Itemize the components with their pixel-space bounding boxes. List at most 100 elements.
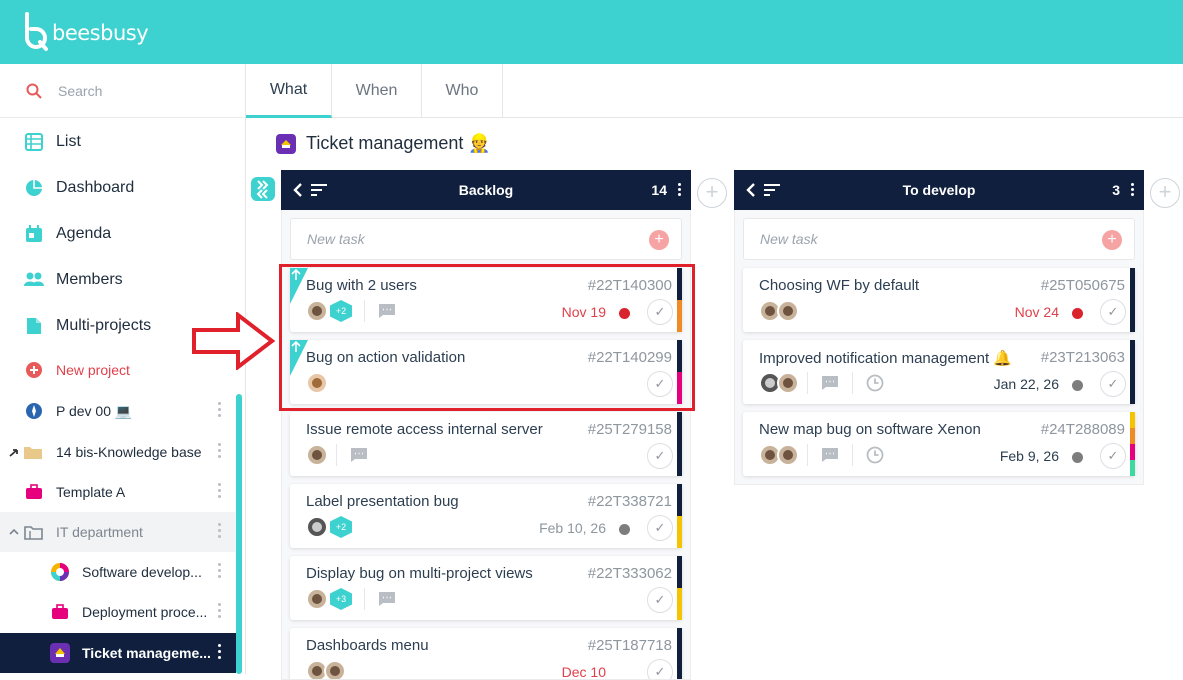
project-menu-icon[interactable]	[218, 644, 222, 662]
task-id: #25T279158	[587, 421, 672, 438]
project-menu-icon[interactable]	[218, 402, 222, 420]
project-item-template-a[interactable]: Template A	[0, 472, 236, 512]
briefcase-icon	[50, 602, 70, 622]
document-icon	[24, 316, 44, 336]
sidebar-scrollbar[interactable]	[236, 394, 242, 674]
comment-icon[interactable]	[349, 445, 369, 465]
task-card[interactable]: Label presentation bug #22T338721 +2 Feb…	[290, 484, 682, 548]
project-item-deployment-process[interactable]: Deployment proce...	[0, 592, 236, 632]
project-item-p-dev-00[interactable]: P dev 00 💻	[0, 391, 236, 431]
column-to-develop: To develop 3 New task + Choosing WF by d…	[734, 170, 1144, 485]
priority-dot	[1072, 380, 1083, 391]
tab-label: When	[355, 82, 398, 99]
project-menu-icon[interactable]	[218, 523, 222, 541]
complete-task-button[interactable]: ✓	[647, 443, 673, 469]
task-id: #22T338721	[587, 493, 672, 510]
tab-who[interactable]: Who	[422, 64, 503, 118]
color-wheel-icon	[50, 562, 70, 582]
project-menu-icon[interactable]	[218, 443, 222, 461]
project-menu-icon[interactable]	[218, 603, 222, 621]
search-input[interactable]: Search	[0, 64, 245, 118]
project-label: P dev 00 💻	[56, 402, 133, 419]
task-card[interactable]: Improved notification management 🔔 #23T2…	[743, 340, 1135, 404]
complete-task-button[interactable]: ✓	[647, 515, 673, 541]
avatar	[306, 516, 328, 538]
complete-task-button[interactable]: ✓	[1100, 443, 1126, 469]
collapse-sidebar-button[interactable]	[251, 177, 275, 201]
task-card[interactable]: Dashboards menu #25T187718 Dec 10 ✓	[290, 628, 682, 679]
view-tabs: What When Who	[246, 64, 1183, 118]
label-stripe	[1130, 412, 1135, 476]
project-item-software-development[interactable]: Software develop...	[0, 552, 236, 592]
column-header: Backlog 14	[281, 170, 691, 210]
project-menu-icon[interactable]	[218, 483, 222, 501]
avatar	[777, 444, 799, 466]
priority-dot	[1072, 452, 1083, 463]
project-item-knowledge-base[interactable]: 14 bis-Knowledge base	[0, 432, 236, 472]
more-assignees-badge: +3	[330, 588, 352, 610]
project-group-it-department[interactable]: IT department	[0, 512, 236, 552]
tab-when[interactable]: When	[332, 64, 422, 118]
column-menu-icon[interactable]	[1131, 183, 1134, 198]
new-task-input[interactable]: New task +	[743, 218, 1135, 260]
new-project-label: New project	[56, 362, 130, 378]
avatar	[324, 660, 346, 679]
task-due-date: Feb 9, 26	[999, 448, 1059, 464]
column-menu-icon[interactable]	[678, 183, 681, 198]
sidebar-item-agenda[interactable]: Agenda	[0, 214, 245, 254]
project-label: Template A	[56, 484, 126, 500]
column-title: To develop	[902, 182, 976, 198]
complete-task-button[interactable]: ✓	[1100, 371, 1126, 397]
task-card[interactable]: Issue remote access internal server #25T…	[290, 412, 682, 476]
add-column-button[interactable]: +	[1150, 178, 1180, 208]
tab-what[interactable]: What	[246, 64, 332, 118]
more-assignees-badge: +2	[330, 516, 352, 538]
task-assignees: +3	[306, 588, 397, 610]
complete-task-button[interactable]: ✓	[647, 659, 673, 679]
clock-icon[interactable]	[865, 373, 885, 393]
red-arrow-icon	[192, 312, 276, 370]
priority-dot	[1072, 308, 1083, 319]
project-menu-icon[interactable]	[218, 563, 222, 581]
column-title: Backlog	[458, 182, 514, 198]
project-item-ticket-management[interactable]: Ticket manageme...	[0, 633, 236, 673]
list-icon	[24, 132, 44, 152]
task-card[interactable]: New map bug on software Xenon #24T288089…	[743, 412, 1135, 476]
complete-task-button[interactable]: ✓	[1100, 299, 1126, 325]
search-icon	[26, 83, 42, 99]
comment-icon[interactable]	[377, 589, 397, 609]
project-label: 14 bis-Knowledge base	[56, 444, 202, 460]
sidebar-item-list[interactable]: List	[0, 122, 245, 162]
column-count: 14	[651, 182, 667, 198]
sidebar-item-dashboard[interactable]: Dashboard	[0, 168, 245, 208]
plus-circle-icon	[24, 360, 44, 380]
comment-icon[interactable]	[820, 445, 840, 465]
sidebar-item-label: Members	[56, 271, 123, 288]
avatar	[306, 444, 328, 466]
add-task-icon[interactable]: +	[1102, 230, 1122, 250]
sidebar-item-members[interactable]: Members	[0, 260, 245, 300]
task-assignees	[759, 444, 885, 466]
briefcase-icon	[24, 482, 44, 502]
task-card[interactable]: Choosing WF by default #25T050675 Nov 24…	[743, 268, 1135, 332]
task-title: Dashboards menu	[306, 637, 429, 654]
add-task-icon[interactable]: +	[649, 230, 669, 250]
clock-icon[interactable]	[865, 445, 885, 465]
add-column-button[interactable]: +	[697, 178, 727, 208]
tab-label: What	[269, 80, 308, 98]
new-task-placeholder: New task	[307, 231, 365, 247]
label-stripe	[677, 412, 682, 476]
sidebar-item-label: Dashboard	[56, 179, 135, 196]
task-title: Label presentation bug	[306, 493, 459, 510]
task-due-date: Jan 22, 26	[993, 376, 1059, 392]
complete-task-button[interactable]: ✓	[647, 587, 673, 613]
app-logo[interactable]: beesbusy	[22, 12, 149, 52]
task-due-date: Nov 24	[1014, 304, 1059, 320]
comment-icon[interactable]	[820, 373, 840, 393]
avatar	[777, 372, 799, 394]
highlight-box	[279, 264, 695, 411]
avatar	[306, 588, 328, 610]
task-card[interactable]: Display bug on multi-project views #22T3…	[290, 556, 682, 620]
new-task-input[interactable]: New task +	[290, 218, 682, 260]
task-id: #24T288089	[1040, 421, 1125, 438]
